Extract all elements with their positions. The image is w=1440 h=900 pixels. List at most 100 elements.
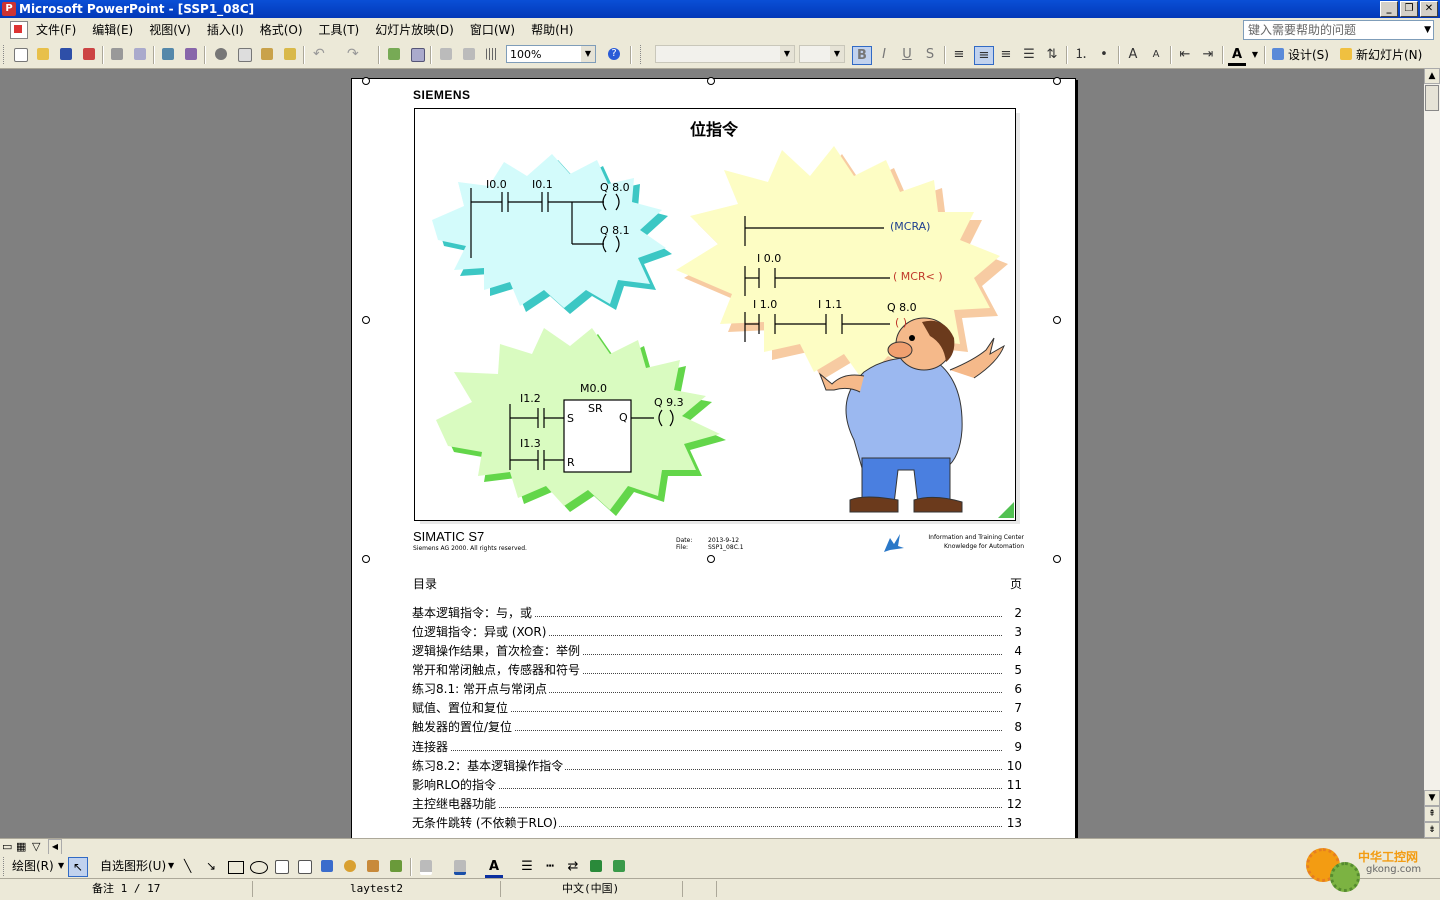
decrease-font-icon[interactable]: A	[1147, 46, 1165, 63]
italic-button[interactable]: I	[875, 46, 893, 63]
new-slide-button[interactable]: 新幻灯片(N)	[1356, 45, 1422, 65]
previous-slide-icon[interactable]: ⇞	[1424, 806, 1440, 822]
menu-item[interactable]: 工具(T)	[319, 18, 368, 42]
scroll-thumb[interactable]	[1425, 85, 1439, 111]
menu-item[interactable]: 格式(O)	[260, 18, 311, 42]
format-painter-icon[interactable]	[282, 46, 298, 62]
minimize-button[interactable]: _	[1380, 1, 1398, 17]
chevron-down-icon[interactable]: ▼	[581, 46, 595, 62]
paste-icon[interactable]	[259, 46, 275, 62]
increase-indent-icon[interactable]: ⇥	[1199, 46, 1217, 63]
normal-view-icon[interactable]: ▭	[2, 840, 12, 853]
dash-style-icon[interactable]: ┅	[541, 858, 559, 875]
help-search-input[interactable]: 键入需要帮助的问题 ▼	[1243, 20, 1434, 40]
numbering-icon[interactable]: ⒈	[1072, 46, 1090, 63]
font-name-select[interactable]: ▼	[655, 45, 795, 63]
chevron-down-icon[interactable]: ▼	[168, 856, 174, 876]
resize-handle[interactable]	[362, 555, 370, 563]
show-formatting-icon[interactable]	[461, 46, 477, 62]
menu-item[interactable]: 帮助(H)	[531, 18, 581, 42]
autoshapes-menu-button[interactable]: 自选图形(U)	[100, 856, 166, 876]
new-slide-icon[interactable]	[1338, 46, 1354, 62]
menu-item[interactable]: 文件(F)	[36, 18, 84, 42]
new-document-icon[interactable]	[12, 46, 28, 62]
distribute-icon[interactable]: ☰	[1020, 46, 1038, 63]
chevron-down-icon[interactable]: ▼	[830, 46, 844, 62]
copy-icon[interactable]	[236, 46, 252, 62]
research-icon[interactable]	[183, 46, 199, 62]
toolbar-grip[interactable]	[640, 45, 644, 64]
undo-icon[interactable]: ↶	[311, 46, 327, 62]
text-direction-icon[interactable]: ⇅	[1043, 46, 1061, 63]
fill-color-icon[interactable]	[418, 858, 434, 875]
wordart-icon[interactable]	[319, 858, 335, 874]
open-folder-icon[interactable]	[35, 46, 51, 62]
permission-icon[interactable]	[81, 46, 97, 62]
menu-item[interactable]: 视图(V)	[149, 18, 199, 42]
scroll-down-icon[interactable]: ▼	[1424, 790, 1440, 806]
resize-handle[interactable]	[1053, 555, 1061, 563]
menu-item[interactable]: 窗口(W)	[470, 18, 523, 42]
close-button[interactable]: ✕	[1420, 1, 1438, 17]
insert-chart-icon[interactable]	[386, 46, 402, 62]
powerpoint-app-icon[interactable]: P	[2, 2, 16, 16]
save-icon[interactable]	[58, 46, 74, 62]
font-size-select[interactable]: ▼	[799, 45, 845, 63]
menu-item[interactable]: 插入(I)	[207, 18, 252, 42]
picture-icon[interactable]	[388, 858, 404, 874]
chevron-down-icon[interactable]: ▼	[780, 46, 794, 62]
insert-table-icon[interactable]	[409, 46, 425, 62]
cut-icon[interactable]	[213, 46, 229, 62]
chevron-down-icon[interactable]: ▼	[58, 856, 64, 876]
spelling-icon[interactable]	[160, 46, 176, 62]
scroll-left-icon[interactable]: ◀	[48, 839, 62, 855]
menu-item[interactable]: 幻灯片放映(D)	[375, 18, 462, 42]
design-icon[interactable]	[1270, 46, 1286, 62]
align-center-icon[interactable]: ≡	[974, 46, 994, 65]
align-left-icon[interactable]: ≡	[950, 46, 968, 63]
grid-icon[interactable]	[484, 46, 500, 62]
shadow-button[interactable]: S	[921, 46, 939, 63]
resize-handle[interactable]	[1053, 316, 1061, 324]
align-right-icon[interactable]: ≡	[997, 46, 1015, 63]
line-tool-icon[interactable]: ╲	[184, 856, 191, 876]
print-preview-icon[interactable]	[132, 46, 148, 62]
next-slide-icon[interactable]: ⇟	[1424, 822, 1440, 838]
increase-font-icon[interactable]: A	[1124, 46, 1142, 63]
print-icon[interactable]	[109, 46, 125, 62]
slideshow-icon[interactable]: ▽	[32, 840, 40, 853]
resize-handle[interactable]	[362, 77, 370, 85]
expand-all-icon[interactable]	[438, 46, 454, 62]
3d-style-icon[interactable]	[611, 858, 627, 874]
resize-handle[interactable]	[1053, 77, 1061, 85]
zoom-select[interactable]: 100% ▼	[506, 45, 596, 63]
menu-item[interactable]: 编辑(E)	[92, 18, 141, 42]
slide-sorter-icon[interactable]: ▦	[16, 840, 26, 853]
decrease-indent-icon[interactable]: ⇤	[1176, 46, 1194, 63]
vertical-textbox-icon[interactable]	[296, 858, 312, 874]
resize-handle[interactable]	[707, 555, 715, 563]
rectangle-tool-icon[interactable]	[228, 861, 244, 874]
design-button[interactable]: 设计(S)	[1288, 45, 1329, 65]
select-objects-icon[interactable]: ↖	[68, 857, 88, 877]
resize-handle[interactable]	[707, 77, 715, 85]
document-icon[interactable]	[10, 21, 28, 39]
oval-tool-icon[interactable]	[250, 861, 268, 874]
textbox-tool-icon[interactable]	[273, 858, 289, 874]
line-color-icon[interactable]	[452, 858, 468, 875]
bold-button[interactable]: B	[852, 46, 872, 65]
bullets-icon[interactable]: •	[1095, 46, 1113, 63]
help-icon[interactable]: ?	[606, 46, 622, 62]
restore-button[interactable]: ❐	[1400, 1, 1418, 17]
toolbar-grip[interactable]	[3, 45, 7, 64]
draw-menu-button[interactable]: 绘图(R)	[12, 856, 54, 876]
toolbar-grip[interactable]	[3, 857, 7, 876]
clipart-icon[interactable]	[365, 858, 381, 874]
redo-icon[interactable]: ↷	[345, 46, 361, 62]
line-style-icon[interactable]: ☰	[518, 858, 536, 875]
scroll-up-icon[interactable]: ▲	[1424, 68, 1440, 84]
font-color-icon[interactable]: A	[1228, 46, 1246, 66]
resize-handle[interactable]	[362, 316, 370, 324]
diagram-icon[interactable]	[342, 858, 358, 874]
arrow-tool-icon[interactable]: ↘	[206, 856, 216, 876]
